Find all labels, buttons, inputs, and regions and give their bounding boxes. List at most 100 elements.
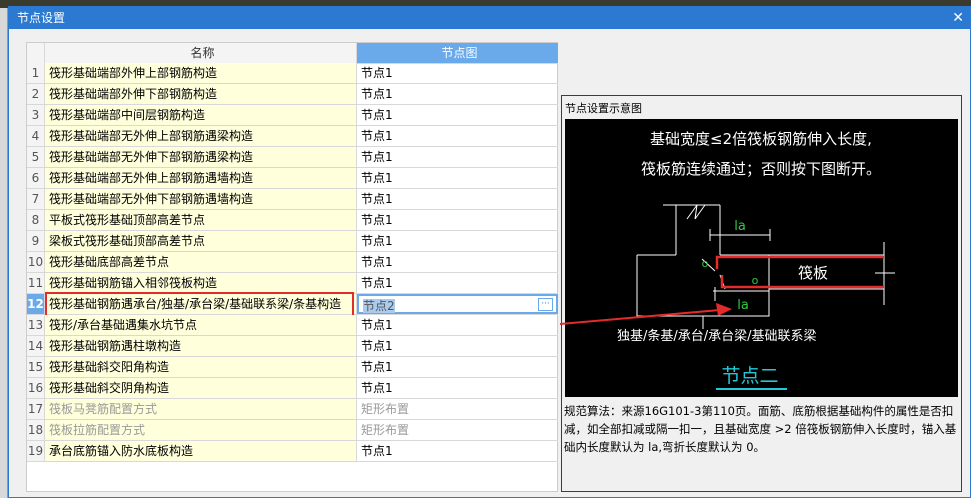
o-label-1: o	[702, 257, 709, 270]
name-cell: 筏板马凳筋配置方式	[45, 399, 357, 419]
table-row[interactable]: 13 筏形/承台基础遇集水坑节点 节点1	[27, 315, 558, 336]
name-cell: 筏形基础底部高差节点	[45, 252, 357, 272]
name-cell: 筏形基础钢筋锚入相邻筏板构造	[45, 273, 357, 293]
diagram-line1: 基础宽度≤2倍筏板钢筋伸入长度,	[650, 130, 872, 148]
preview-panel: 节点设置示意图 基础宽度≤2倍筏板钢筋伸入长度, 筏板筋连续通过；否则按下图断开…	[561, 95, 962, 492]
preview-title: 节点设置示意图	[565, 102, 642, 115]
table-row[interactable]: 7 筏形基础端部无外伸下部钢筋遇墙构造 节点1	[27, 189, 558, 210]
row-number[interactable]: 15	[27, 357, 45, 377]
name-cell: 筏形基础端部无外伸下部钢筋遇墙构造	[45, 189, 357, 209]
node-settings-dialog: 节点设置 ✕ 名称 节点图 1 筏形基础端部外伸上部钢筋构造 节点1 2 筏形基础…	[8, 6, 971, 498]
header-name[interactable]: 名称	[45, 43, 357, 63]
slab-label: 筏板	[798, 264, 828, 282]
name-cell: 筏形基础端部无外伸下部钢筋遇梁构造	[45, 147, 357, 167]
node-diagram: 基础宽度≤2倍筏板钢筋伸入长度, 筏板筋连续通过；否则按下图断开。 la la …	[565, 119, 958, 397]
node-cell[interactable]: 节点1	[357, 315, 558, 335]
la-bottom-label: la	[737, 298, 749, 313]
node-cell[interactable]: 矩形布置	[357, 420, 558, 440]
node-settings-table: 名称 节点图 1 筏形基础端部外伸上部钢筋构造 节点1 2 筏形基础端部外伸下部钢…	[26, 42, 558, 492]
footing-outline	[636, 204, 895, 329]
more-button[interactable]: ···	[538, 298, 553, 311]
node-cell[interactable]: 节点1	[357, 84, 558, 104]
table-row[interactable]: 4 筏形基础端部无外伸上部钢筋遇梁构造 节点1	[27, 126, 558, 147]
row-number[interactable]: 16	[27, 378, 45, 398]
table-row[interactable]: 15 筏形基础斜交阳角构造 节点1	[27, 357, 558, 378]
node-cell[interactable]: 节点1	[357, 210, 558, 230]
node-cell[interactable]: 节点1	[357, 105, 558, 125]
name-cell: 筏形基础端部无外伸上部钢筋遇墙构造	[45, 168, 357, 188]
node-caption: 节点二	[721, 365, 778, 387]
node-cell[interactable]: 节点1	[357, 441, 558, 461]
row-number[interactable]: 13	[27, 315, 45, 335]
name-cell: 筏形基础端部外伸上部钢筋构造	[45, 63, 357, 83]
row-number[interactable]: 1	[27, 63, 45, 83]
row-number[interactable]: 19	[27, 441, 45, 461]
diagram-line2: 筏板筋连续通过；否则按下图断开。	[641, 160, 881, 178]
node-cell[interactable]: 节点1	[357, 252, 558, 272]
table-row[interactable]: 19 承台底筋锚入防水底板构造 节点1	[27, 441, 558, 462]
row-number[interactable]: 6	[27, 168, 45, 188]
row-number[interactable]: 9	[27, 231, 45, 251]
row-number[interactable]: 8	[27, 210, 45, 230]
row-number[interactable]: 14	[27, 336, 45, 356]
row-number[interactable]: 10	[27, 252, 45, 272]
node-cell[interactable]: 节点1	[357, 357, 558, 377]
node-cell[interactable]: 节点1	[357, 336, 558, 356]
table-row[interactable]: 8 平板式筏形基础顶部高差节点 节点1	[27, 210, 558, 231]
table-row[interactable]: 10 筏形基础底部高差节点 节点1	[27, 252, 558, 273]
title-bar: 节点设置 ✕	[9, 7, 970, 29]
name-cell: 筏形基础斜交阳角构造	[45, 357, 357, 377]
members-label: 独基/条基/承台/承台梁/基础联系梁	[617, 328, 817, 344]
name-cell: 筏形基础端部外伸下部钢筋构造	[45, 84, 357, 104]
node-cell[interactable]: 节点1	[357, 273, 558, 293]
row-number[interactable]: 12	[27, 294, 45, 314]
node-value: 节点2	[363, 299, 395, 313]
name-cell: 筏形基础端部中间层钢筋构造	[45, 105, 357, 125]
table-row[interactable]: 18 筏板拉筋配置方式 矩形布置	[27, 420, 558, 441]
row-number[interactable]: 2	[27, 84, 45, 104]
row-number[interactable]: 4	[27, 126, 45, 146]
table-row[interactable]: 14 筏形基础钢筋遇柱墩构造 节点1	[27, 336, 558, 357]
table-row[interactable]: 9 梁板式筏形基础顶部高差节点 节点1	[27, 231, 558, 252]
highlight-box	[45, 292, 354, 317]
name-cell: 筏形/承台基础遇集水坑节点	[45, 315, 357, 335]
table-row[interactable]: 17 筏板马凳筋配置方式 矩形布置	[27, 399, 558, 420]
node-cell[interactable]: 节点1	[357, 147, 558, 167]
node-cell[interactable]: 节点1	[357, 168, 558, 188]
table-row[interactable]: 6 筏形基础端部无外伸上部钢筋遇墙构造 节点1	[27, 168, 558, 189]
node-cell[interactable]: 节点1	[357, 231, 558, 251]
table-row[interactable]: 2 筏形基础端部外伸下部钢筋构造 节点1	[27, 84, 558, 105]
la-top-label: la	[734, 219, 746, 234]
table-header: 名称 节点图	[27, 43, 558, 64]
table-row[interactable]: 5 筏形基础端部无外伸下部钢筋遇梁构造 节点1	[27, 147, 558, 168]
o-label-2: o	[752, 274, 759, 287]
name-cell: 筏形基础端部无外伸上部钢筋遇梁构造	[45, 126, 357, 146]
table-row[interactable]: 16 筏形基础斜交阴角构造 节点1	[27, 378, 558, 399]
row-number[interactable]: 3	[27, 105, 45, 125]
node-cell[interactable]: 矩形布置	[357, 399, 558, 419]
name-cell: 筏板拉筋配置方式	[45, 420, 357, 440]
node-cell[interactable]: 节点1	[357, 126, 558, 146]
node-cell[interactable]: 节点2 ···	[357, 294, 558, 314]
node-cell[interactable]: 节点1	[357, 378, 558, 398]
name-cell: 承台底筋锚入防水底板构造	[45, 441, 357, 461]
node-cell[interactable]: 节点1	[357, 189, 558, 209]
table-row[interactable]: 3 筏形基础端部中间层钢筋构造 节点1	[27, 105, 558, 126]
table-row[interactable]: 11 筏形基础钢筋锚入相邻筏板构造 节点1	[27, 273, 558, 294]
name-cell: 筏形基础钢筋遇柱墩构造	[45, 336, 357, 356]
close-icon[interactable]: ✕	[952, 7, 964, 29]
table-row[interactable]: 1 筏形基础端部外伸上部钢筋构造 节点1	[27, 63, 558, 84]
window-title: 节点设置	[17, 11, 66, 25]
header-node[interactable]: 节点图	[357, 43, 558, 63]
background-window-edge	[0, 8, 8, 498]
row-number[interactable]: 5	[27, 147, 45, 167]
name-cell: 筏形基础斜交阴角构造	[45, 378, 357, 398]
row-number[interactable]: 7	[27, 189, 45, 209]
name-cell: 梁板式筏形基础顶部高差节点	[45, 231, 357, 251]
row-number[interactable]: 17	[27, 399, 45, 419]
corner-cell	[27, 43, 45, 63]
row-number[interactable]: 18	[27, 420, 45, 440]
rule-description: 规范算法：来源16G101-3第110页。面筋、底筋根据基础构件的属性是否扣减，…	[564, 404, 957, 454]
node-cell[interactable]: 节点1	[357, 63, 558, 83]
row-number[interactable]: 11	[27, 273, 45, 293]
